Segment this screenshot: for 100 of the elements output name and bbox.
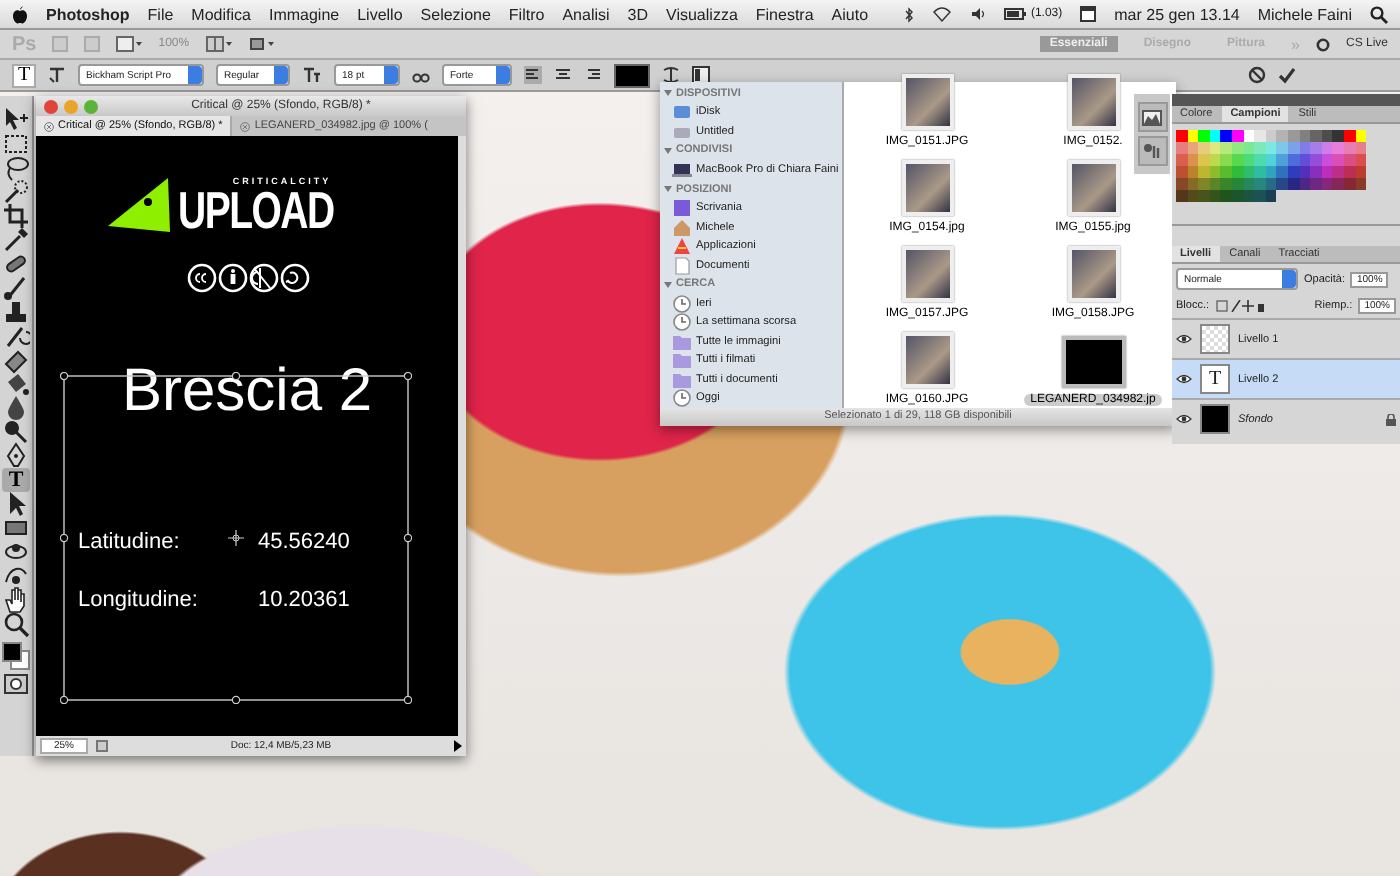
text-color-swatch[interactable] — [614, 63, 650, 87]
panel-button[interactable] — [1137, 102, 1167, 132]
laptop-icon — [672, 160, 692, 180]
move-tool-icon — [2, 106, 30, 134]
expand-arrow-icon[interactable] — [454, 740, 462, 752]
pen-tool-icon — [2, 442, 30, 470]
field-label: Longitudine: — [78, 588, 200, 612]
menu-item[interactable]: Livello — [357, 5, 403, 23]
menu-item[interactable]: File — [147, 5, 174, 23]
close-button[interactable] — [44, 99, 58, 113]
eraser-tool-icon — [2, 346, 30, 374]
tool-button[interactable] — [2, 444, 30, 468]
quick-select-tool-icon — [2, 178, 30, 206]
layer-thumbnail — [1200, 324, 1230, 354]
text-orientation-icon[interactable] — [48, 66, 66, 84]
arrange-icon[interactable] — [205, 36, 232, 52]
menu-item[interactable]: Immagine — [268, 5, 340, 23]
tool-button[interactable] — [2, 108, 30, 132]
speaker-icon[interactable] — [970, 6, 987, 22]
tool-button[interactable] — [2, 612, 30, 636]
antialias-icon[interactable] — [412, 67, 430, 83]
warp-text-icon[interactable] — [662, 66, 680, 84]
eye-icon[interactable] — [1176, 334, 1192, 344]
eye-icon[interactable] — [1176, 374, 1192, 384]
tool-button[interactable] — [2, 228, 30, 252]
menu-item[interactable]: Filtro — [508, 5, 545, 23]
apps-icon — [672, 236, 692, 257]
lock-icon — [1386, 413, 1396, 425]
tool-button[interactable] — [2, 516, 30, 540]
menu-item[interactable]: Selezione — [420, 5, 491, 23]
menu-item[interactable]: Aiuto — [831, 5, 869, 23]
lasso-tool-icon — [2, 154, 30, 182]
close-icon[interactable] — [44, 121, 54, 131]
tool-button[interactable] — [2, 156, 30, 180]
user-name[interactable]: Michele Faini — [1257, 5, 1352, 23]
font-size-icon[interactable] — [302, 66, 322, 84]
screen-mode-icon[interactable] — [247, 36, 274, 52]
cs-live-icon[interactable] — [1315, 37, 1330, 51]
histogram-icon — [1142, 109, 1162, 125]
brush-tool-icon — [2, 274, 30, 302]
layer-thumbnail: T — [1200, 364, 1230, 394]
view-extras-icon[interactable] — [116, 36, 143, 52]
type-tool[interactable]: T — [2, 468, 30, 492]
menu-item[interactable]: Analisi — [562, 5, 610, 23]
tool-button[interactable] — [2, 324, 30, 348]
eye-icon[interactable] — [1176, 414, 1192, 424]
clock-icon — [672, 293, 692, 314]
panel-button[interactable] — [1137, 136, 1167, 166]
menu-item[interactable]: Modifica — [191, 5, 251, 23]
menu-item[interactable]: Visualizza — [666, 5, 738, 23]
menu-item[interactable]: 3D — [627, 5, 649, 23]
battery-icon[interactable] — [1004, 8, 1027, 20]
zoom-tool-icon — [2, 610, 30, 638]
tool-button[interactable] — [2, 276, 30, 300]
menu-item[interactable]: Finestra — [755, 5, 814, 23]
apple-icon[interactable] — [12, 5, 28, 23]
folder-icon — [672, 350, 692, 371]
clock[interactable]: mar 25 gen 13.14 — [1114, 5, 1240, 23]
quick-mask-icon[interactable] — [4, 674, 28, 694]
status-options-icon[interactable] — [96, 740, 109, 752]
lock-pixels-icon[interactable] — [1215, 300, 1264, 312]
dodge-tool-icon — [2, 418, 30, 446]
house-icon — [672, 217, 692, 238]
info-icon — [1142, 142, 1162, 160]
field-value: 10.20361 — [258, 588, 352, 612]
tool-button[interactable] — [2, 372, 30, 396]
bluetooth-icon[interactable] — [904, 5, 915, 23]
layer-thumbnail — [1200, 404, 1230, 434]
align-right-icon[interactable] — [584, 66, 602, 84]
hand-tool-icon — [2, 586, 30, 614]
wifi-icon[interactable] — [932, 6, 953, 22]
tool-button[interactable] — [2, 588, 30, 612]
triangle-logo-icon — [108, 178, 173, 234]
orbit-3d-tool-icon — [2, 562, 30, 590]
tool-button[interactable] — [2, 252, 30, 276]
app-menu[interactable]: Photoshop — [46, 5, 130, 23]
checkmark-icon[interactable] — [1278, 66, 1296, 84]
cancel-icon[interactable] — [1248, 66, 1266, 84]
license-icons-drawing — [185, 262, 309, 294]
tool-button[interactable] — [2, 300, 30, 324]
tool-button[interactable] — [2, 204, 30, 228]
tool-button[interactable] — [2, 540, 30, 564]
tool-button[interactable] — [2, 396, 30, 420]
clock-icon — [672, 388, 692, 409]
search-icon[interactable] — [1370, 5, 1388, 23]
tool-button[interactable] — [2, 348, 30, 372]
tool-button[interactable] — [2, 420, 30, 444]
bandage-tool-icon — [2, 250, 30, 278]
calendar-icon[interactable] — [1080, 6, 1097, 22]
tool-button[interactable] — [2, 132, 30, 156]
align-left-icon[interactable] — [524, 66, 542, 84]
panels-icon[interactable] — [692, 66, 710, 84]
type-tool-preset[interactable]: T — [12, 63, 36, 87]
align-center-icon[interactable] — [554, 66, 572, 84]
color-swatches[interactable] — [2, 642, 30, 670]
clock-icon — [672, 312, 692, 333]
close-icon[interactable] — [240, 121, 251, 131]
tool-button[interactable] — [2, 564, 30, 588]
folder-icon — [672, 369, 692, 390]
tool-button[interactable] — [2, 180, 30, 204]
